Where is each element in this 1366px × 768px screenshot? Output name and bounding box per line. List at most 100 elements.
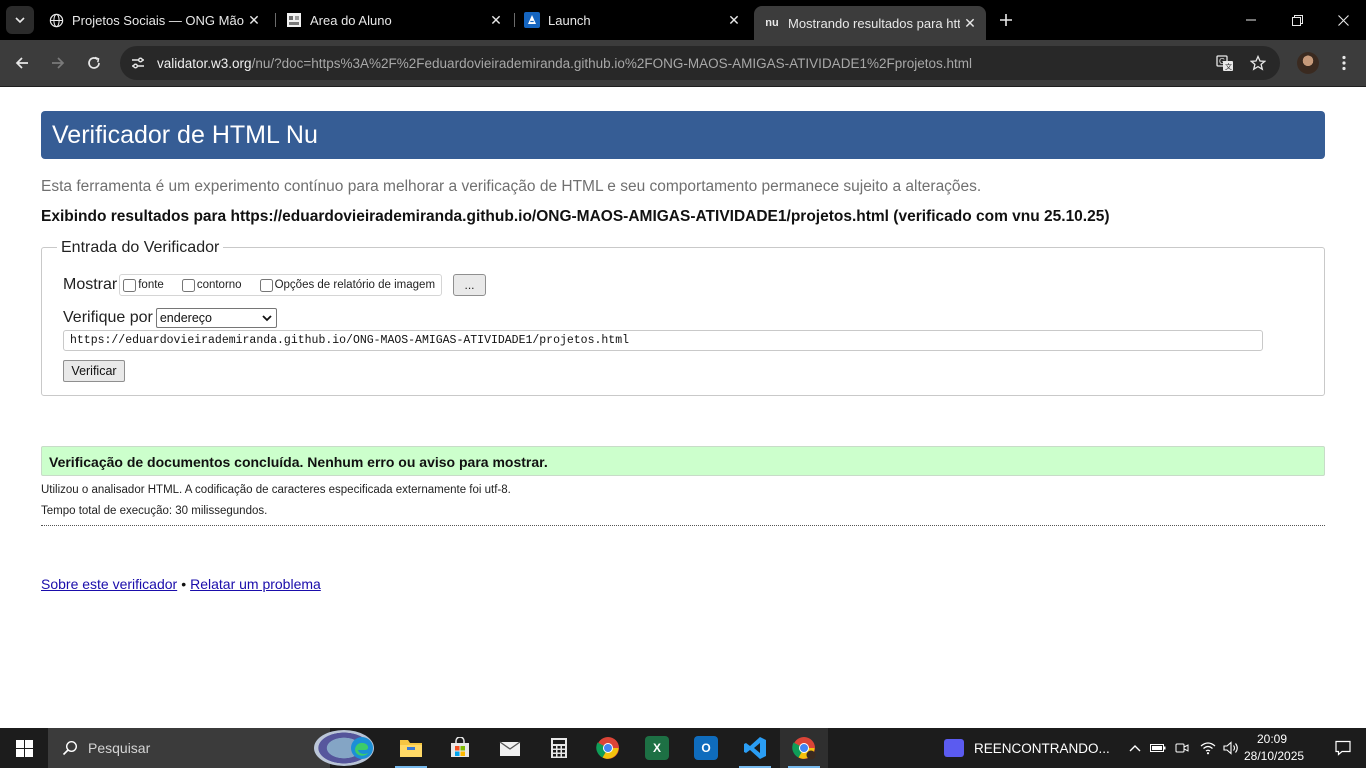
- source-checkbox[interactable]: [123, 278, 137, 292]
- taskbar-outlook[interactable]: O: [682, 728, 730, 768]
- globe-icon: [48, 12, 64, 28]
- arrow-right-icon: [52, 57, 65, 69]
- search-placeholder: Pesquisar: [88, 740, 151, 756]
- edge-icon: [351, 737, 373, 759]
- nu-icon: nu: [765, 17, 779, 29]
- check-button[interactable]: Verificar: [63, 360, 125, 382]
- taskbar-chrome-active[interactable]: [780, 728, 828, 768]
- close-icon[interactable]: ✕: [244, 10, 264, 30]
- option-outline[interactable]: contorno: [181, 278, 242, 292]
- new-tab-button[interactable]: [994, 8, 1018, 32]
- wifi-icon: [1200, 742, 1216, 755]
- address-bar[interactable]: validator.w3.org/nu/?doc=https%3A%2F%2Fe…: [120, 46, 1280, 80]
- tab-launch[interactable]: Launch ✕: [514, 6, 750, 34]
- option-label: contorno: [196, 279, 242, 291]
- chrome-profile-icon: [792, 737, 816, 760]
- outlook-icon: O: [694, 736, 718, 760]
- arrow-left-icon: [15, 57, 28, 69]
- profile-avatar[interactable]: [1297, 52, 1319, 74]
- minimize-button[interactable]: [1228, 0, 1274, 40]
- more-options-button[interactable]: ...: [453, 274, 487, 296]
- excel-icon: X: [645, 736, 669, 760]
- option-image-report[interactable]: Opções de relatório de imagem: [259, 278, 435, 292]
- taskbar-edge[interactable]: [338, 728, 386, 768]
- calculator-icon: [551, 738, 567, 758]
- check-by-select[interactable]: endereço: [155, 308, 277, 328]
- tab-title: Mostrando resultados para https://eduard…: [788, 15, 960, 31]
- tab-area-do-aluno[interactable]: Area do Aluno ✕: [276, 6, 512, 34]
- report-problem-link[interactable]: Relatar um problema: [190, 576, 321, 592]
- taskbar-clock[interactable]: 20:09 28/10/2025: [1244, 731, 1305, 765]
- url-host: validator.w3.org: [157, 55, 252, 71]
- store-icon: [451, 737, 469, 757]
- tab-validator-results[interactable]: nu Mostrando resultados para https://edu…: [754, 6, 986, 40]
- close-icon[interactable]: ✕: [960, 13, 980, 33]
- clock-date: 28/10/2025: [1244, 749, 1305, 763]
- show-options-group: fonte contorno Opções de relatório de im…: [119, 274, 443, 296]
- image-report-checkbox[interactable]: [259, 278, 273, 292]
- browser-menu-button[interactable]: [1332, 49, 1356, 77]
- minimize-icon: [1246, 19, 1256, 21]
- media-title: REENCONTRANDO...: [974, 740, 1110, 756]
- back-button[interactable]: [8, 49, 36, 77]
- battery-icon: [1150, 744, 1166, 752]
- parser-info: Utilizou o analisador HTML. A codificaçã…: [41, 484, 511, 496]
- media-widget[interactable]: REENCONTRANDO...: [944, 728, 1110, 768]
- taskbar-search[interactable]: Pesquisar: [48, 728, 374, 768]
- volume-tray[interactable]: [1220, 728, 1242, 768]
- tab-projetos-sociais[interactable]: Projetos Sociais — ONG Mãos Amigas ✕: [38, 6, 270, 34]
- page-banner: Verificador de HTML Nu: [41, 111, 1325, 159]
- chevron-down-icon: [15, 17, 25, 24]
- success-message-box: Verificação de documentos concluída. Nen…: [41, 446, 1325, 476]
- taskbar-calculator[interactable]: [535, 728, 583, 768]
- taskbar-store[interactable]: [436, 728, 484, 768]
- url-text: validator.w3.org/nu/?doc=https%3A%2F%2Fe…: [157, 56, 972, 71]
- start-button[interactable]: [0, 728, 48, 768]
- forward-button[interactable]: [44, 49, 72, 77]
- show-hidden-icons-button[interactable]: [1124, 728, 1146, 768]
- translate-icon[interactable]: G文: [1213, 46, 1237, 80]
- success-message: Verificação de documentos concluída. Nen…: [49, 454, 548, 470]
- restore-icon: [1291, 14, 1303, 26]
- plus-icon: [1000, 14, 1012, 26]
- bookmark-star-icon[interactable]: [1246, 46, 1270, 80]
- reload-button[interactable]: [80, 49, 108, 77]
- about-link[interactable]: Sobre este verificador: [41, 576, 177, 592]
- notification-icon: [1335, 740, 1351, 756]
- option-source[interactable]: fonte: [123, 278, 164, 292]
- notification-center-button[interactable]: [1320, 728, 1366, 768]
- tab-strip: Projetos Sociais — ONG Mãos Amigas ✕ Are…: [0, 0, 1366, 40]
- more-vert-icon: [1342, 55, 1346, 71]
- results-heading: Exibindo resultados para https://eduardo…: [41, 208, 1110, 225]
- tab-search-button[interactable]: [6, 6, 34, 34]
- taskbar-vscode[interactable]: [731, 728, 779, 768]
- taskbar-chrome[interactable]: [584, 728, 632, 768]
- close-icon[interactable]: ✕: [724, 10, 744, 30]
- footer-links: Sobre este verificador • Relatar um proble…: [41, 576, 321, 592]
- taskbar-excel[interactable]: X: [633, 728, 681, 768]
- close-window-button[interactable]: [1320, 0, 1366, 40]
- chevron-down-icon: [262, 315, 272, 322]
- outline-checkbox[interactable]: [181, 278, 195, 292]
- school-icon: [286, 12, 302, 28]
- tab-title: Launch: [548, 12, 591, 28]
- check-by-row: Verifique por endereço: [63, 307, 277, 329]
- meet-now-tray[interactable]: [1171, 728, 1193, 768]
- document-url-input[interactable]: https://eduardovieirademiranda.github.io…: [63, 330, 1263, 351]
- battery-tray[interactable]: [1147, 728, 1169, 768]
- windows-logo-icon: [15, 739, 33, 757]
- taskbar-mail[interactable]: [486, 728, 534, 768]
- close-icon[interactable]: ✕: [486, 10, 506, 30]
- clock-time: 20:09: [1256, 732, 1288, 746]
- url-path: /nu/?doc=https%3A%2F%2Feduardovieirademi…: [251, 55, 972, 71]
- intro-text: Esta ferramenta é um experimento contínu…: [41, 178, 982, 195]
- network-tray[interactable]: [1197, 728, 1219, 768]
- media-icon: [944, 739, 964, 757]
- chrome-icon: [596, 737, 619, 759]
- elapsed-time: Tempo total de execução: 30 milissegundo…: [41, 505, 268, 517]
- check-by-label: Verifique por: [63, 309, 153, 326]
- site-settings-icon[interactable]: [128, 53, 148, 73]
- taskbar-file-explorer[interactable]: [387, 728, 435, 768]
- restore-button[interactable]: [1274, 0, 1320, 40]
- fieldset-legend: Entrada do Verificador: [57, 239, 224, 257]
